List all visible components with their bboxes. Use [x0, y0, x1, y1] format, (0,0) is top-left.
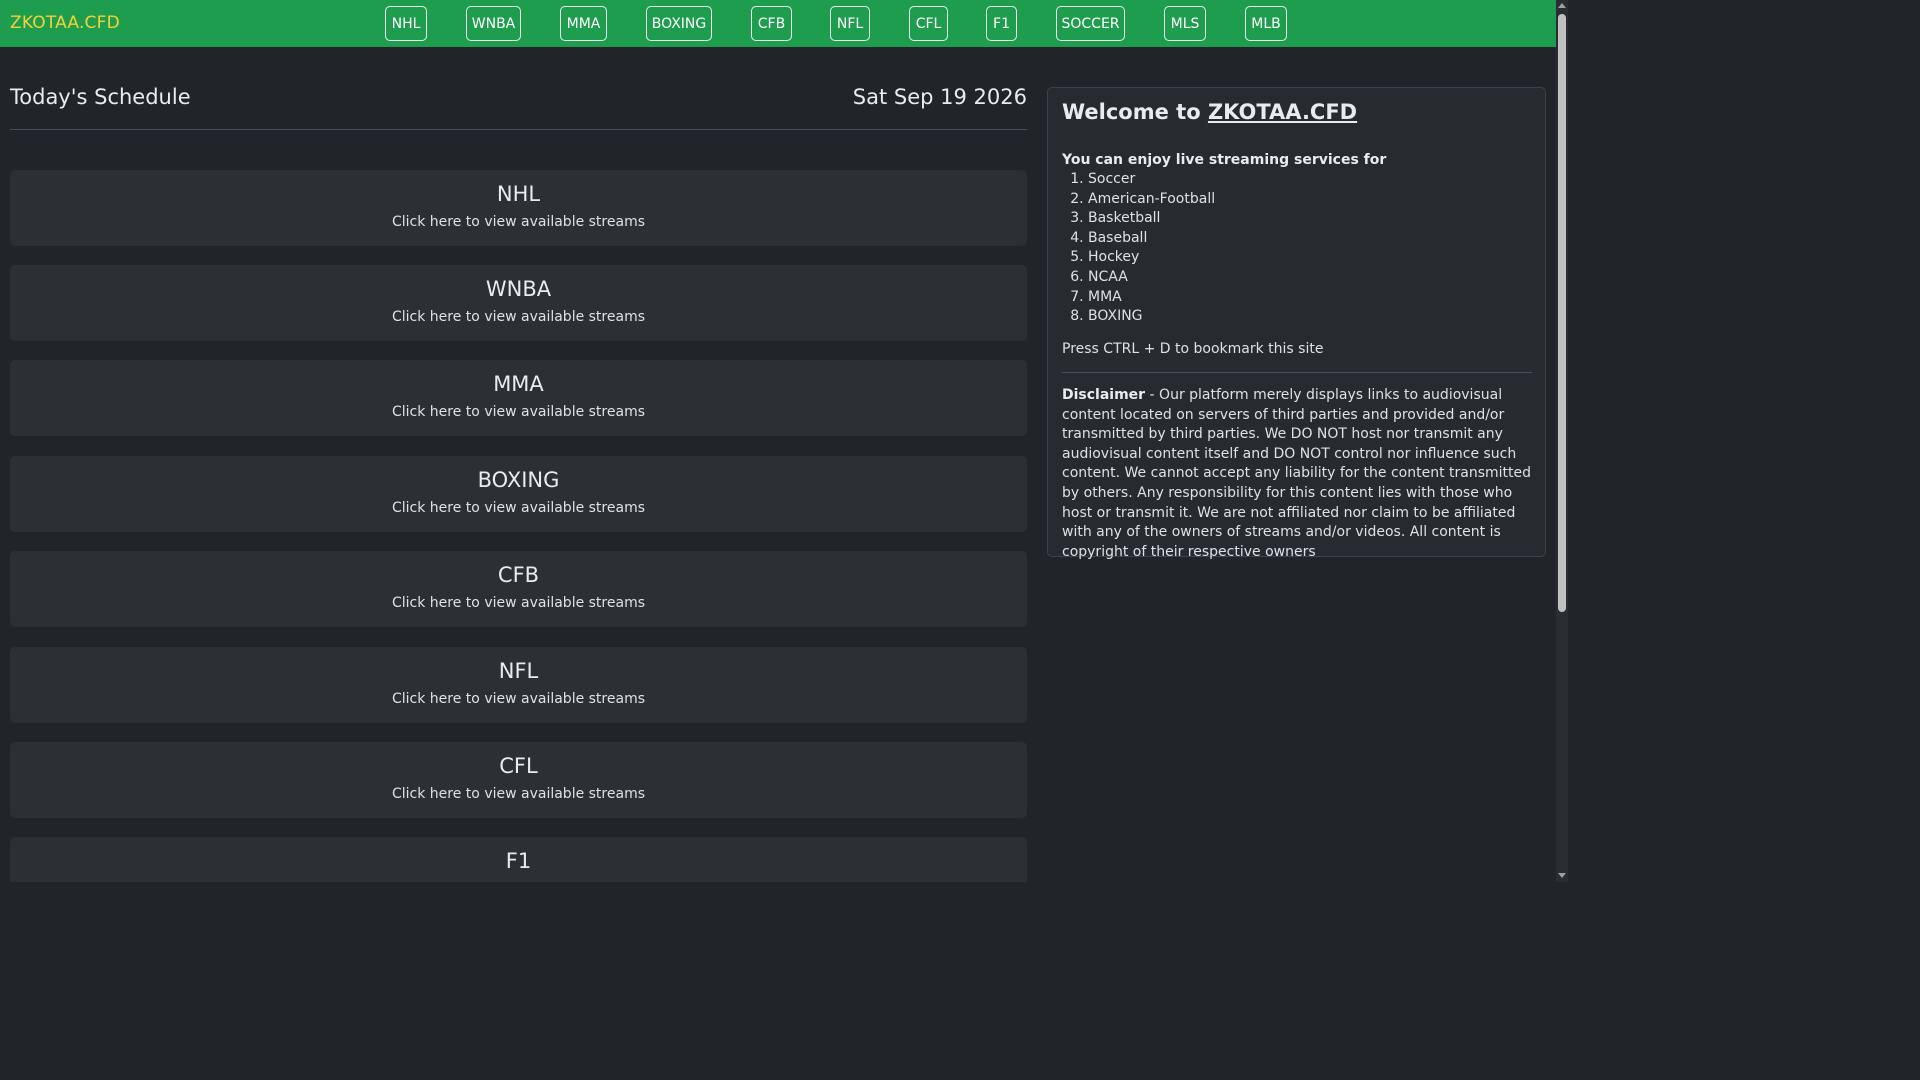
schedule-card-f1[interactable]: F1 — [10, 837, 1027, 882]
list-item: Baseball — [1088, 229, 1215, 249]
page-title: Today's Schedule — [10, 85, 191, 109]
enjoy-heading: You can enjoy live streaming services fo… — [1062, 152, 1387, 168]
card-subtitle: Click here to view available streams — [392, 691, 645, 707]
top-navbar: ZKOTAA.CFD NHL WNBA MMA BOXING CFB NFL C… — [0, 0, 1556, 47]
schedule-card-boxing[interactable]: BOXING Click here to view available stre… — [10, 456, 1027, 532]
nav-button-cfl[interactable]: CFL — [909, 6, 948, 41]
nav-button-wnba[interactable]: WNBA — [466, 6, 521, 41]
card-title: NHL — [496, 182, 541, 206]
sports-list: Soccer American-Football Basketball Base… — [1062, 170, 1215, 327]
schedule-card-mma[interactable]: MMA Click here to view available streams — [10, 360, 1027, 436]
list-item: BOXING — [1088, 307, 1215, 327]
schedule-date: Sat Sep 19 2026 — [852, 85, 1027, 109]
card-title: NFL — [498, 659, 539, 683]
scroll-up-arrow-icon[interactable] — [1558, 3, 1566, 8]
scrollbar-thumb[interactable] — [1558, 14, 1566, 612]
card-subtitle: Click here to view available streams — [392, 404, 645, 420]
nav-button-f1[interactable]: F1 — [986, 6, 1017, 41]
schedule-header: Today's Schedule Sat Sep 19 2026 — [10, 85, 1027, 125]
nav-button-nfl[interactable]: NFL — [830, 6, 870, 41]
header-divider — [10, 129, 1027, 130]
card-subtitle: Click here to view available streams — [392, 500, 645, 516]
schedule-card-nfl[interactable]: NFL Click here to view available streams — [10, 647, 1027, 723]
card-title: MMA — [493, 372, 544, 396]
list-item: NCAA — [1088, 268, 1215, 288]
list-item: Basketball — [1088, 209, 1215, 229]
welcome-panel: Welcome to ZKOTAA.CFD You can enjoy live… — [1047, 87, 1546, 560]
card-subtitle: Click here to view available streams — [392, 214, 645, 230]
sidebar-divider — [1062, 372, 1532, 373]
bookmark-hint: Press CTRL + D to bookmark this site — [1062, 341, 1324, 357]
list-item: MMA — [1088, 288, 1215, 308]
disclaimer-label: Disclaimer — [1062, 387, 1146, 403]
card-subtitle: Click here to view available streams — [392, 786, 645, 802]
card-title: CFB — [497, 563, 540, 587]
card-subtitle: Click here to view available streams — [392, 595, 645, 611]
card-subtitle: Click here to view available streams — [392, 309, 645, 325]
list-item: Soccer — [1088, 170, 1215, 190]
nav-button-mlb[interactable]: MLB — [1245, 6, 1287, 41]
card-title: F1 — [505, 849, 532, 873]
welcome-site-link[interactable]: ZKOTAA.CFD — [1208, 100, 1357, 124]
brand-logo-link[interactable]: ZKOTAA.CFD — [10, 13, 120, 33]
nav-button-mma[interactable]: MMA — [560, 6, 607, 41]
list-item: Hockey — [1088, 248, 1215, 268]
nav-button-soccer[interactable]: SOCCER — [1056, 6, 1125, 41]
welcome-heading: Welcome to ZKOTAA.CFD — [1062, 100, 1357, 124]
page-scrollbar[interactable] — [1556, 0, 1568, 882]
schedule-card-cfb[interactable]: CFB Click here to view available streams — [10, 551, 1027, 627]
nav-button-boxing[interactable]: BOXING — [646, 6, 712, 41]
scroll-down-arrow-icon[interactable] — [1558, 873, 1566, 878]
list-item: American-Football — [1088, 190, 1215, 210]
card-title: WNBA — [485, 277, 552, 301]
nav-button-cfb[interactable]: CFB — [751, 6, 792, 41]
welcome-prefix: Welcome to — [1062, 100, 1201, 124]
schedule-card-wnba[interactable]: WNBA Click here to view available stream… — [10, 265, 1027, 341]
schedule-card-nhl[interactable]: NHL Click here to view available streams — [10, 170, 1027, 246]
nav-button-mls[interactable]: MLS — [1164, 6, 1206, 41]
disclaimer-body: - Our platform merely displays links to … — [1062, 387, 1532, 560]
card-title: CFL — [499, 754, 538, 778]
disclaimer-text: Disclaimer - Our platform merely display… — [1062, 386, 1536, 562]
card-title: BOXING — [477, 468, 560, 492]
schedule-card-cfl[interactable]: CFL Click here to view available streams — [10, 742, 1027, 818]
nav-button-nhl[interactable]: NHL — [385, 6, 427, 41]
